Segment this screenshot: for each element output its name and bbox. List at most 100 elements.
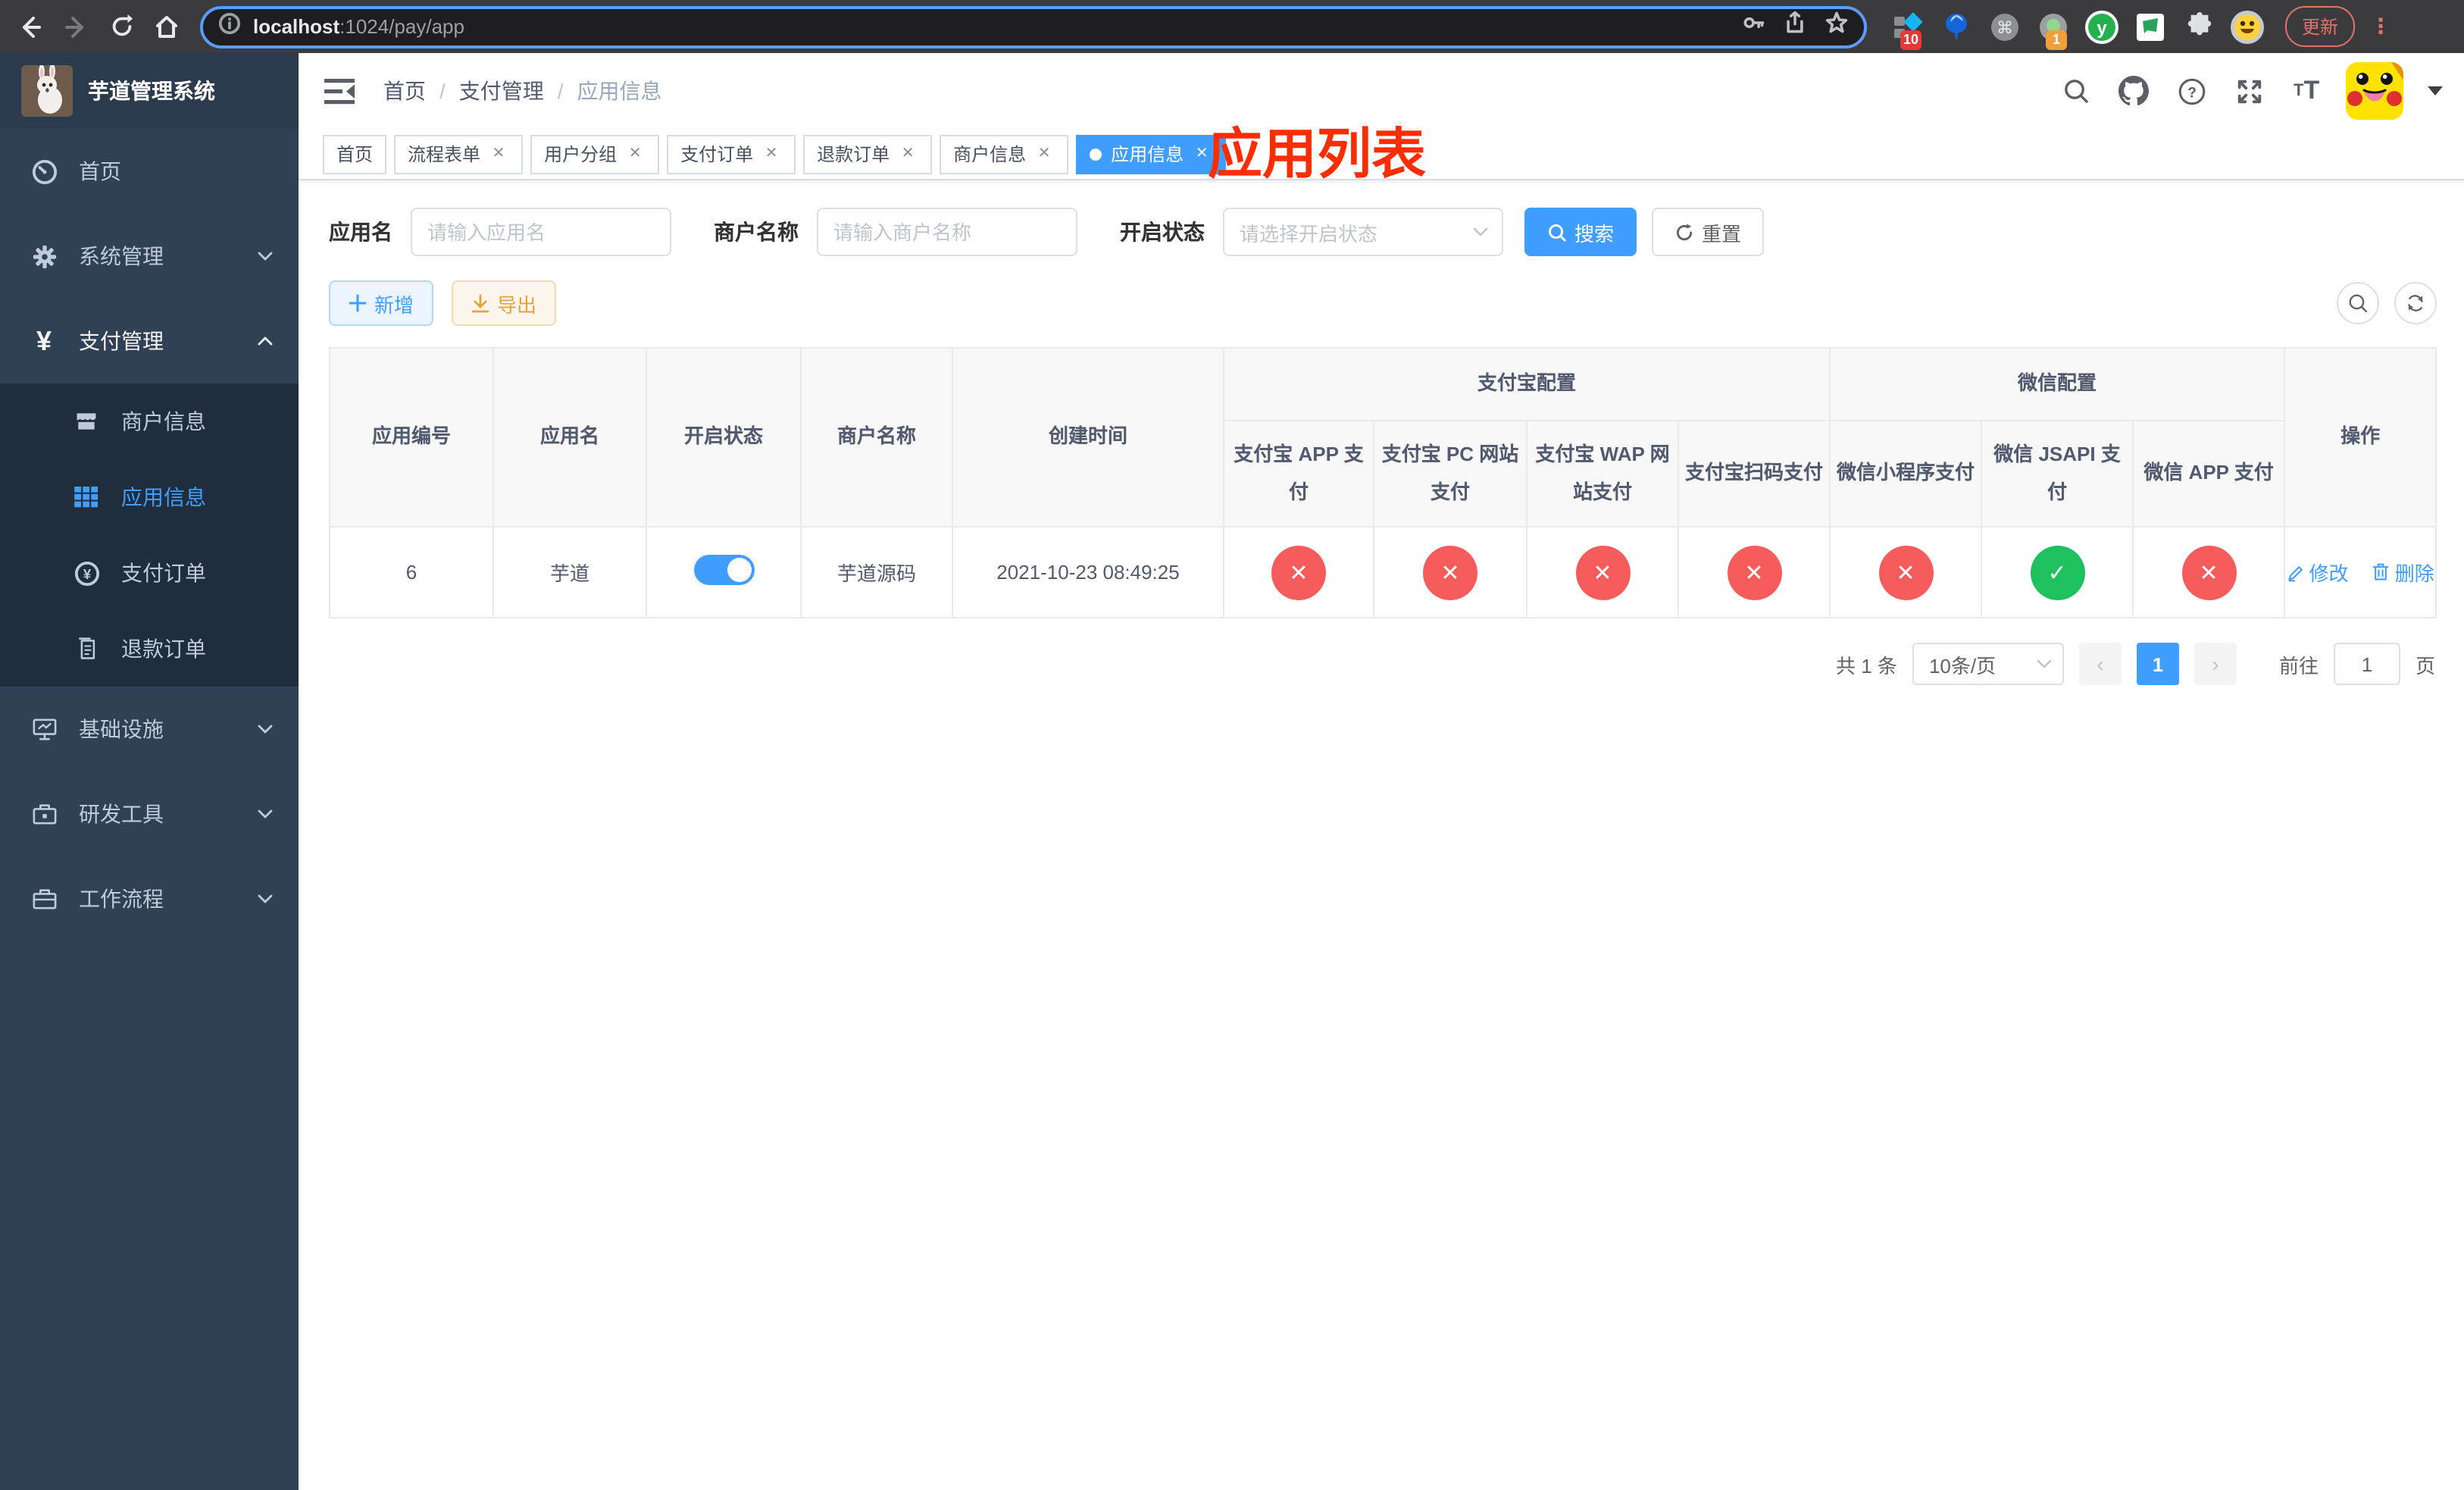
extension-badge: 1 [2046, 30, 2067, 49]
merchant-name-label: 商户名称 [714, 220, 799, 244]
refresh-icon [2408, 295, 2423, 311]
tag-pay-order[interactable]: 支付订单 [667, 134, 796, 174]
col-wx-jsapi: 微信 JSAPI 支付 [1981, 420, 2134, 527]
extension-command-icon[interactable]: ⌘ [1988, 10, 2022, 43]
sidebar-item-merchant-info[interactable]: 商户信息 [0, 383, 299, 459]
tag-home[interactable]: 首页 [323, 134, 387, 174]
extensions-puzzle-icon[interactable] [2182, 10, 2215, 43]
sidebar: 芋道管理系统 首页 系统管理 ¥ 支付管理 商户信息 应用信息 ¥ 支付订单 退… [0, 53, 299, 1490]
edit-link[interactable]: 修改 [2286, 559, 2348, 587]
refresh-table-button[interactable] [2394, 282, 2437, 324]
page-number-1[interactable]: 1 [2136, 643, 2179, 685]
tag-refund-order[interactable]: 退款订单 [803, 134, 933, 174]
user-avatar[interactable] [2346, 62, 2404, 120]
toggle-search-button[interactable] [2337, 282, 2380, 324]
trash-icon [2373, 563, 2390, 580]
yen-circle-icon: ¥ [73, 559, 100, 587]
gear-icon [30, 243, 58, 270]
enabled-toggle[interactable] [693, 555, 754, 585]
monitor-icon [30, 715, 58, 743]
breadcrumb-payment[interactable]: 支付管理 [459, 76, 544, 106]
status-select[interactable]: 请选择开启状态 [1223, 208, 1503, 256]
status-wx-app: ✕ [2181, 545, 2237, 599]
svg-text:¥: ¥ [83, 566, 91, 582]
sidebar-item-workflow[interactable]: 工作流程 [0, 856, 299, 941]
header-search-icon[interactable] [2058, 73, 2094, 109]
profile-avatar-icon[interactable] [2231, 10, 2264, 43]
col-alipay-app: 支付宝 APP 支付 [1223, 420, 1374, 527]
payment-submenu: 商户信息 应用信息 ¥ 支付订单 退款订单 [0, 383, 299, 687]
app-name-input[interactable] [411, 208, 671, 256]
extension-chat-icon[interactable] [2134, 10, 2167, 43]
bookmark-star-icon[interactable] [1825, 11, 1849, 42]
extensions-row: 10 ⌘ 1 y [1891, 10, 2264, 49]
avatar-dropdown-icon[interactable] [2428, 86, 2444, 95]
extension-balloon-icon[interactable] [1940, 10, 1973, 43]
app-name-label: 应用名 [329, 220, 392, 244]
sidebar-item-refund-order[interactable]: 退款订单 [0, 611, 299, 687]
reset-button[interactable]: 重置 [1652, 208, 1765, 256]
reload-icon[interactable] [103, 8, 139, 45]
close-icon[interactable] [488, 143, 509, 164]
delete-link[interactable]: 删除 [2372, 558, 2434, 587]
svg-text:y: y [2097, 17, 2107, 38]
extension-recorder-icon[interactable]: 1 [2037, 10, 2070, 49]
site-info-icon[interactable] [218, 11, 241, 42]
next-page-button[interactable] [2194, 643, 2237, 685]
close-icon[interactable] [1033, 143, 1055, 164]
sidebar-item-system[interactable]: 系统管理 [0, 214, 299, 299]
col-alipay-pc: 支付宝 PC 网站支付 [1373, 420, 1527, 527]
chevron-down-icon [2037, 659, 2052, 668]
sidebar-item-pay-order[interactable]: ¥ 支付订单 [0, 535, 299, 611]
status-label: 开启状态 [1120, 220, 1205, 244]
toolbox-icon [30, 800, 58, 828]
close-icon[interactable] [897, 143, 918, 164]
tag-process-form[interactable]: 流程表单 [394, 134, 524, 174]
sidebar-item-dev-tools[interactable]: 研发工具 [0, 772, 299, 856]
col-wx-app: 微信 APP 支付 [2132, 420, 2286, 527]
home-icon[interactable] [149, 8, 185, 45]
total-count: 共 1 条 [1836, 654, 1897, 677]
browser-update-button[interactable]: 更新 [2285, 6, 2356, 47]
extension-diamond-icon[interactable]: 10 [1891, 10, 1925, 49]
sidebar-collapse-icon[interactable] [323, 74, 356, 108]
close-icon[interactable] [761, 143, 782, 164]
search-icon [2349, 294, 2368, 313]
tag-app-info[interactable]: 应用信息 [1076, 134, 1227, 174]
search-button[interactable]: 搜索 [1524, 208, 1637, 256]
help-icon[interactable]: ? [2173, 73, 2209, 109]
sidebar-item-home[interactable]: 首页 [0, 129, 299, 214]
back-icon[interactable] [12, 8, 48, 45]
goto-label: 前往 [2278, 654, 2319, 677]
address-bar[interactable]: localhost:1024/pay/app [200, 5, 1867, 48]
font-size-icon[interactable]: TT [2288, 73, 2325, 109]
sidebar-item-app-info[interactable]: 应用信息 [0, 459, 299, 535]
sidebar-item-infra[interactable]: 基础设施 [0, 687, 299, 772]
browser-menu-icon[interactable]: ⋮ [2370, 14, 2391, 39]
goto-page-input[interactable] [2333, 643, 2400, 685]
svg-text:⌘: ⌘ [1997, 17, 2013, 36]
merchant-name-input[interactable] [817, 208, 1077, 256]
extension-y-icon[interactable]: y [2085, 10, 2118, 43]
tag-user-group[interactable]: 用户分组 [530, 134, 660, 174]
breadcrumb-home[interactable]: 首页 [383, 76, 426, 106]
app-title: 芋道管理系统 [88, 79, 215, 103]
page-size-select[interactable]: 10条/页 [1912, 643, 2064, 685]
share-icon[interactable] [1784, 11, 1806, 42]
close-icon[interactable] [624, 143, 646, 164]
table-row: 6 芋道 芋道源码 2021-10-23 08:49:25 ✕ ✕ ✕ ✕ ✕ [329, 526, 2437, 618]
download-icon [471, 293, 489, 312]
github-icon[interactable] [2115, 73, 2152, 109]
password-key-icon[interactable] [1741, 11, 1765, 42]
fullscreen-icon[interactable] [2231, 73, 2267, 109]
tag-merchant-info[interactable]: 商户信息 [940, 134, 1069, 174]
sidebar-item-payment[interactable]: ¥ 支付管理 [0, 299, 299, 383]
chevron-down-icon [258, 894, 273, 903]
add-button[interactable]: 新增 [329, 280, 434, 326]
prev-page-button[interactable] [2078, 643, 2122, 685]
app-logo-row[interactable]: 芋道管理系统 [0, 53, 299, 129]
export-button[interactable]: 导出 [452, 280, 557, 326]
cell-created: 2021-10-23 08:49:25 [952, 526, 1224, 618]
forward-icon[interactable] [58, 8, 94, 45]
browser-toolbar: localhost:1024/pay/app 10 ⌘ 1 y 更新 ⋮ [0, 0, 2464, 53]
